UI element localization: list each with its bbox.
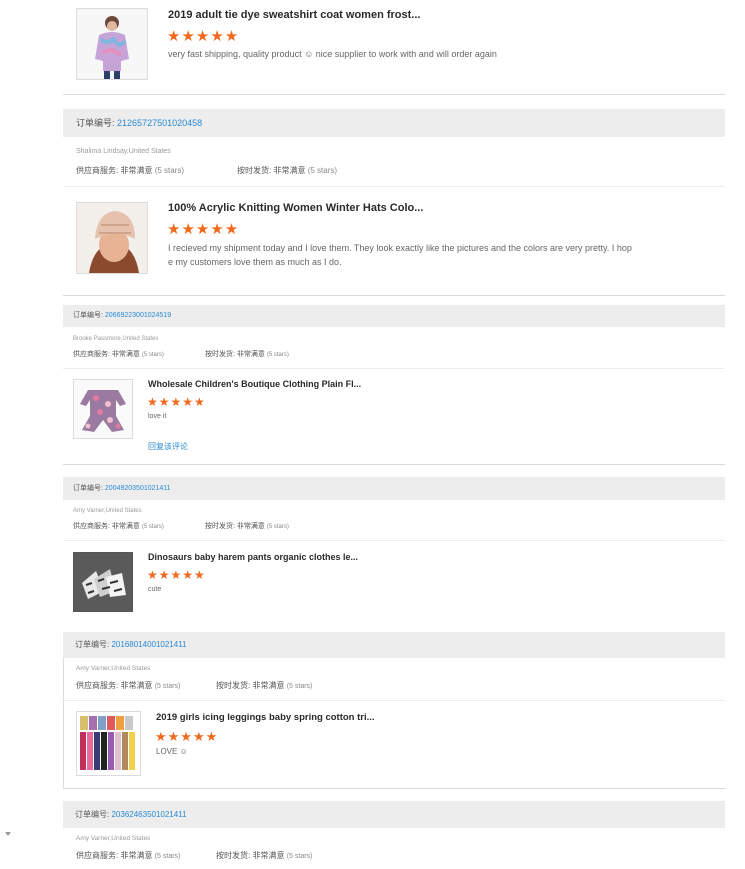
divider	[63, 788, 725, 789]
order-number[interactable]: 21265727501020458	[117, 118, 202, 128]
review-comment: I recieved my shipment today and I love …	[168, 243, 632, 267]
delivery-rating: 按时发货: 非常满意 (5 stars)	[216, 851, 313, 860]
product-title[interactable]: 2019 adult tie dye sweatshirt coat women…	[168, 9, 420, 21]
reply-link[interactable]: 回复该评论	[148, 441, 188, 452]
delivery-rating: 按时发货: 非常满意 (5 stars)	[237, 166, 338, 175]
product-image	[77, 712, 140, 775]
order-header: 订单编号: 20049203501021411	[63, 477, 725, 500]
rating-stars: ★★★★★	[147, 568, 206, 582]
buyer-name: Amy Varner,United States	[73, 508, 142, 514]
rating-stars: ★★★★★	[155, 729, 219, 744]
order-number[interactable]: 20168014001021411	[111, 640, 186, 649]
order-number-label: 订单编号:	[73, 312, 103, 319]
scroll-caret-icon[interactable]	[5, 832, 11, 837]
order-number-label: 订单编号:	[76, 118, 115, 128]
product-title[interactable]: Dinosaurs baby harem pants organic cloth…	[148, 552, 358, 562]
divider	[63, 368, 725, 369]
product-thumbnail[interactable]	[73, 379, 133, 439]
order-header: 订单编号: 21265727501020458	[63, 109, 725, 137]
product-title[interactable]: 2019 girls icing leggings baby spring co…	[156, 712, 375, 723]
review-comment: LOVE ☺	[156, 747, 188, 756]
product-image	[77, 203, 147, 273]
delivery-rating: 按时发货: 非常满意 (5 stars)	[205, 523, 289, 530]
buyer-name: Brooke Passmore,United States	[73, 336, 159, 342]
supplier-service-rating: 供应商服务: 非常满意 (5 stars)	[76, 681, 181, 690]
order-header: 订单编号: 20669223001024519	[63, 305, 725, 327]
order-number-label: 订单编号:	[73, 485, 103, 492]
product-image	[77, 9, 147, 79]
buyer-name: Amy Varner,United States	[76, 835, 151, 842]
review-comment: very fast shipping, quality product ☺ ni…	[168, 49, 497, 59]
order-number[interactable]: 20362463501021411	[111, 810, 186, 819]
order-number[interactable]: 20669223001024519	[105, 312, 171, 319]
divider	[63, 295, 725, 296]
product-thumbnail[interactable]	[76, 711, 141, 776]
order-header: 订单编号: 20168014001021411	[63, 632, 725, 658]
product-thumbnail[interactable]	[73, 552, 133, 612]
supplier-service-rating: 供应商服务: 非常满意 (5 stars)	[73, 351, 164, 358]
review-comment: cute	[148, 586, 162, 593]
product-title[interactable]: Wholesale Children's Boutique Clothing P…	[148, 379, 361, 389]
product-thumbnail[interactable]	[76, 202, 148, 274]
product-title[interactable]: 100% Acrylic Knitting Women Winter Hats …	[168, 202, 423, 214]
supplier-service-rating: 供应商服务: 非常满意 (5 stars)	[73, 523, 164, 530]
product-image	[74, 380, 132, 438]
divider	[63, 700, 725, 701]
rating-stars: ★★★★★	[167, 221, 240, 238]
divider	[63, 94, 725, 95]
supplier-service-rating: 供应商服务: 非常满意 (5 stars)	[76, 166, 185, 175]
order-number-label: 订单编号:	[75, 640, 110, 649]
product-image	[74, 553, 132, 611]
supplier-service-rating: 供应商服务: 非常满意 (5 stars)	[76, 851, 181, 860]
order-number[interactable]: 20049203501021411	[105, 485, 171, 492]
order-number-label: 订单编号:	[75, 810, 110, 819]
delivery-rating: 按时发货: 非常满意 (5 stars)	[205, 351, 289, 358]
divider	[63, 464, 725, 465]
product-thumbnail[interactable]	[76, 8, 148, 80]
divider	[63, 186, 725, 187]
divider	[63, 540, 725, 541]
rating-stars: ★★★★★	[147, 395, 206, 409]
buyer-name: Shalima Lindsay,United States	[76, 148, 171, 155]
order-header: 订单编号: 20362463501021411	[63, 801, 725, 828]
rating-stars: ★★★★★	[167, 28, 240, 45]
buyer-name: Amy Varner,United States	[76, 665, 151, 672]
delivery-rating: 按时发货: 非常满意 (5 stars)	[216, 681, 313, 690]
review-comment: love it	[148, 413, 167, 420]
